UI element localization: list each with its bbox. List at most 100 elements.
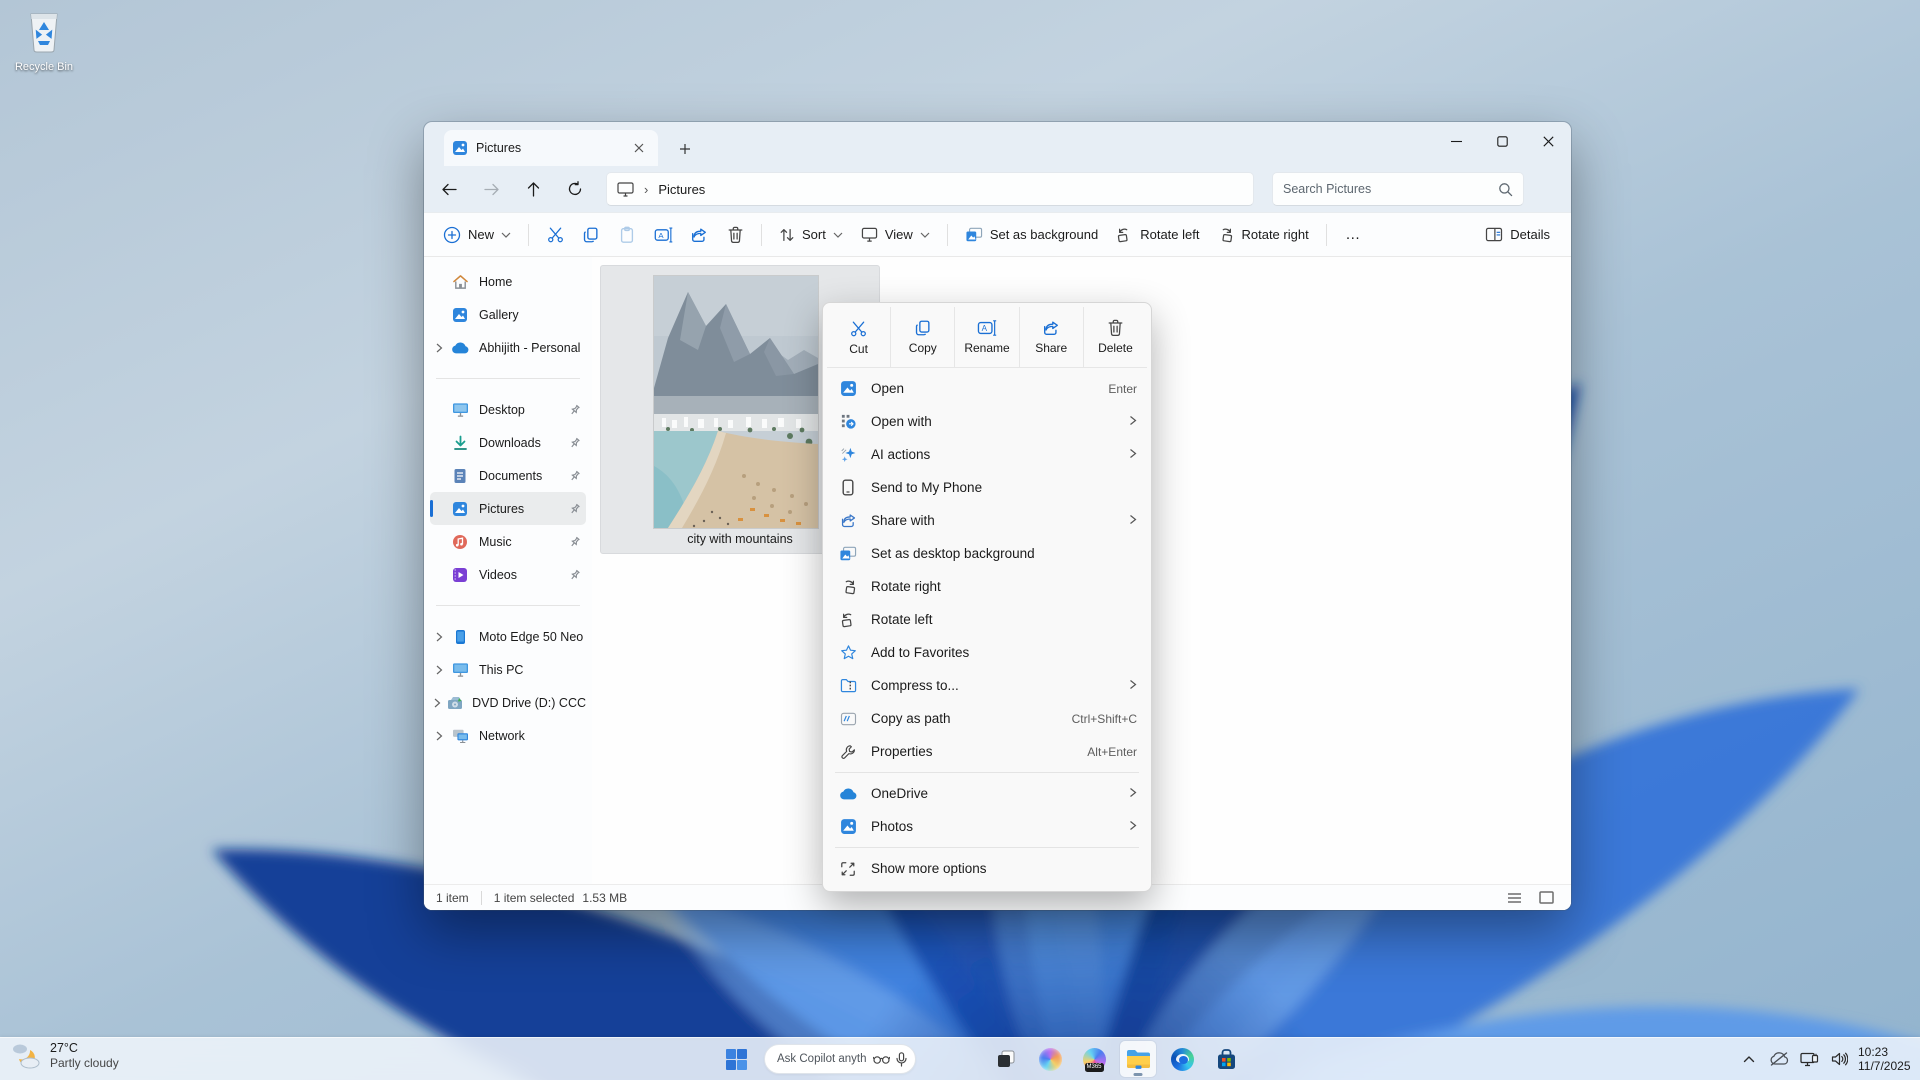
sidebar-item-pictures[interactable]: Pictures (430, 492, 586, 525)
expand-chevron-icon[interactable] (430, 343, 448, 353)
sidebar-item-dvd-drive[interactable]: DVD Drive (D:) CCC (430, 686, 586, 719)
thumbnail-view-toggle[interactable] (1533, 888, 1559, 908)
forward-button[interactable] (474, 172, 508, 206)
delete-button[interactable] (720, 218, 750, 252)
copilot-app-button[interactable] (1032, 1041, 1068, 1077)
rename-quick-button[interactable]: A Rename (954, 307, 1018, 367)
set-as-background-button[interactable]: Set as background (956, 218, 1107, 252)
home-icon (450, 274, 470, 290)
expand-chevron-icon[interactable] (430, 632, 448, 642)
sidebar-label: Documents (479, 469, 566, 483)
menu-item-rotate-right[interactable]: Rotate right (827, 570, 1147, 603)
details-label: Details (1510, 227, 1550, 242)
paste-button[interactable] (612, 218, 642, 252)
share-button[interactable] (684, 218, 714, 252)
volume-icon[interactable] (1824, 1043, 1854, 1075)
copilot-icon (1039, 1048, 1062, 1071)
start-button[interactable] (718, 1041, 754, 1077)
expand-chevron-icon[interactable] (430, 731, 448, 741)
menu-item-properties[interactable]: Properties Alt+Enter (827, 735, 1147, 768)
more-options-button[interactable]: … (1338, 218, 1368, 252)
sidebar-item-desktop[interactable]: Desktop (430, 393, 586, 426)
svg-text:A: A (658, 231, 664, 240)
expand-chevron-icon[interactable] (430, 698, 445, 708)
address-bar: › Pictures Search Pictures (424, 166, 1571, 212)
share-quick-button[interactable]: Share (1019, 307, 1083, 367)
recycle-bin-desktop-icon[interactable]: Recycle Bin (8, 8, 80, 73)
taskbar-clock[interactable]: 10:23 11/7/2025 (1858, 1045, 1920, 1073)
onedrive-paused-icon[interactable] (1764, 1043, 1794, 1075)
sidebar-item-moto-edge[interactable]: Moto Edge 50 Neo (430, 620, 586, 653)
m365-copilot-button[interactable]: M365 (1076, 1041, 1112, 1077)
store-icon (1216, 1049, 1237, 1070)
back-button[interactable] (432, 172, 466, 206)
menu-item-copy-as-path[interactable]: Copy as path Ctrl+Shift+C (827, 702, 1147, 735)
menu-item-compress-to[interactable]: Compress to... (827, 669, 1147, 702)
menu-label: Add to Favorites (871, 645, 1137, 660)
menu-item-send-to-phone[interactable]: Send to My Phone (827, 471, 1147, 504)
microsoft-store-button[interactable] (1208, 1041, 1244, 1077)
refresh-button[interactable] (558, 172, 592, 206)
menu-item-show-more-options[interactable]: Show more options (827, 852, 1147, 885)
tab-pictures[interactable]: Pictures (444, 130, 658, 166)
menu-item-open-with[interactable]: Open with (827, 405, 1147, 438)
microphone-icon[interactable] (896, 1052, 907, 1067)
tab-close-icon[interactable] (628, 137, 650, 159)
menu-item-open[interactable]: Open Enter (827, 372, 1147, 405)
close-button[interactable] (1525, 122, 1571, 160)
cut-quick-button[interactable]: Cut (827, 307, 890, 367)
expand-chevron-icon[interactable] (430, 665, 448, 675)
copilot-search-box[interactable]: Ask Copilot anything (764, 1044, 916, 1074)
sidebar-item-gallery[interactable]: Gallery (430, 298, 586, 331)
tab-strip: Pictures (424, 122, 1571, 166)
menu-item-add-to-favorites[interactable]: Add to Favorites (827, 636, 1147, 669)
menu-item-ai-actions[interactable]: AI actions (827, 438, 1147, 471)
search-input[interactable]: Search Pictures (1272, 172, 1524, 206)
rotate-right-button[interactable]: Rotate right (1208, 218, 1317, 252)
up-button[interactable] (516, 172, 550, 206)
menu-label: Set as desktop background (871, 546, 1137, 561)
sidebar-label: Videos (479, 568, 566, 582)
sidebar-item-network[interactable]: Network (430, 719, 586, 752)
sidebar-item-downloads[interactable]: Downloads (430, 426, 586, 459)
sidebar-item-videos[interactable]: Videos (430, 558, 586, 591)
file-explorer-taskbar-button[interactable] (1120, 1041, 1156, 1077)
sidebar-item-documents[interactable]: Documents (430, 459, 586, 492)
taskbar: 27°C Partly cloudy Ask Copilot anything (0, 1037, 1920, 1080)
task-view-button[interactable] (988, 1041, 1024, 1077)
sidebar-item-onedrive-personal[interactable]: Abhijith - Personal (430, 331, 586, 364)
sidebar-item-music[interactable]: Music (430, 525, 586, 558)
copy-button[interactable] (576, 218, 606, 252)
menu-item-rotate-left[interactable]: Rotate left (827, 603, 1147, 636)
view-button[interactable]: View (852, 218, 939, 252)
copy-quick-button[interactable]: Copy (890, 307, 954, 367)
edge-taskbar-button[interactable] (1164, 1041, 1200, 1077)
minimize-button[interactable] (1433, 122, 1479, 160)
sidebar-label: Network (479, 729, 586, 743)
sidebar-label: Home (479, 275, 586, 289)
tray-chevron-up-icon[interactable] (1734, 1043, 1764, 1075)
menu-item-onedrive[interactable]: OneDrive (827, 777, 1147, 810)
delete-quick-button[interactable]: Delete (1083, 307, 1147, 367)
menu-item-set-desktop-background[interactable]: Set as desktop background (827, 537, 1147, 570)
new-button[interactable]: New (434, 218, 520, 252)
rename-button[interactable]: A (648, 218, 678, 252)
new-tab-button[interactable] (672, 136, 698, 162)
delete-icon (1107, 319, 1124, 337)
taskbar-weather-widget[interactable]: 27°C Partly cloudy (10, 1041, 119, 1071)
details-button[interactable]: Details (1476, 218, 1559, 252)
cut-button[interactable] (540, 218, 570, 252)
network-icon[interactable] (1794, 1043, 1824, 1075)
rotate-left-button[interactable]: Rotate left (1107, 218, 1208, 252)
sidebar-item-this-pc[interactable]: This PC (430, 653, 586, 686)
maximize-button[interactable] (1479, 122, 1525, 160)
menu-shortcut: Ctrl+Shift+C (1072, 712, 1137, 726)
sidebar-label: DVD Drive (D:) CCC (472, 696, 586, 710)
menu-item-share-with[interactable]: Share with (827, 504, 1147, 537)
details-view-toggle[interactable] (1501, 888, 1527, 908)
address-input[interactable]: › Pictures (606, 172, 1254, 206)
menu-item-photos[interactable]: Photos (827, 810, 1147, 843)
sidebar-item-home[interactable]: Home (430, 265, 586, 298)
breadcrumb-location[interactable]: Pictures (658, 182, 705, 197)
sort-button[interactable]: Sort (770, 218, 852, 252)
